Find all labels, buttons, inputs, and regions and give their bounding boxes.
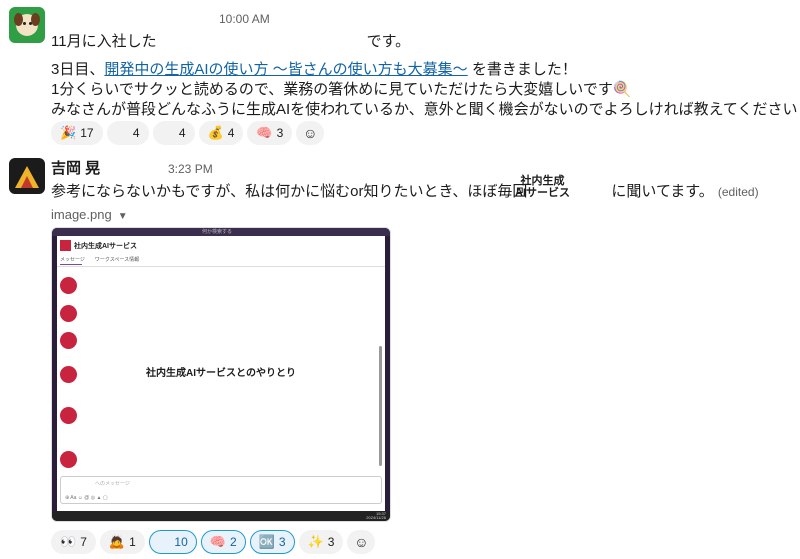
composer-tools: ⊕ Aa ☺ @ ◎ ▲ ▢ bbox=[65, 495, 108, 501]
add-reaction-icon: ☺ bbox=[303, 125, 318, 141]
tab-messages: メッセージ bbox=[60, 257, 85, 263]
avatar-eye-left bbox=[23, 22, 26, 25]
message-timestamp[interactable]: 10:00 AM bbox=[219, 12, 270, 26]
reaction-count: 3 bbox=[278, 535, 286, 549]
sparkles-emoji: ✨ bbox=[307, 534, 324, 549]
money-emoji: 💰 bbox=[207, 125, 224, 140]
reaction-pill[interactable]: 🧠 2 bbox=[200, 530, 246, 554]
reaction-count: 7 bbox=[80, 535, 87, 549]
ok-emoji: 🆗 bbox=[258, 534, 275, 549]
author-name[interactable]: 吉岡 晃 bbox=[51, 157, 100, 178]
file-name-text: image.png bbox=[51, 207, 112, 222]
file-name[interactable]: image.png ▼ bbox=[51, 207, 128, 222]
reaction-pill[interactable]: 💰 4 bbox=[198, 121, 244, 145]
message-text: 1分くらいでサクッと読めるので、業務の箸休めに見ていただけたら大変嬉しいです bbox=[51, 81, 613, 98]
reaction-count: 4 bbox=[178, 126, 186, 140]
taskbar-clock: 15:37 2024/11/26 bbox=[366, 512, 386, 520]
avatar-eye-right bbox=[29, 22, 32, 25]
brain-emoji: 🧠 bbox=[256, 125, 273, 140]
image-pane: 社内生成AIサービス メッセージ ワークスペース情報 社内生成AIサービスとのやり… bbox=[57, 236, 385, 511]
message-text: 3日目、 bbox=[51, 61, 105, 78]
message-text: です。 bbox=[366, 33, 411, 50]
image-tabs: メッセージ ワークスペース情報 bbox=[60, 256, 149, 263]
reaction-count: 17 bbox=[80, 126, 94, 140]
message-line: みなさんが普段どんなふうに生成AIを使われているか、意外と聞く機会がないのでよろ… bbox=[51, 98, 800, 119]
edited-label: (edited) bbox=[717, 185, 759, 199]
channel-name: 社内生成AIサービス bbox=[74, 243, 137, 250]
message-line: 11月に入社した です。 bbox=[51, 30, 410, 51]
lollipop-emoji: 🍭 bbox=[612, 81, 632, 98]
reaction-bar: 👀 7 🙇 1 10 🧠 2 🆗 3 ✨ 3 ☺ bbox=[51, 530, 376, 554]
reaction-pill[interactable]: 👀 7 bbox=[51, 530, 96, 554]
attached-image[interactable]: 何か検索する 社内生成AIサービス メッセージ ワークスペース情報 社内生成AIサ… bbox=[51, 227, 391, 522]
eyes-emoji: 👀 bbox=[60, 534, 77, 549]
redacted-avatar bbox=[60, 407, 77, 424]
tab-workspace: ワークスペース情報 bbox=[94, 257, 140, 263]
add-reaction-button[interactable]: ☺ bbox=[347, 530, 376, 554]
reaction-count: 2 bbox=[229, 535, 237, 549]
tab-underline bbox=[60, 264, 82, 265]
add-reaction-button[interactable]: ☺ bbox=[296, 121, 325, 145]
user-avatar[interactable] bbox=[9, 7, 45, 43]
reaction-pill[interactable]: 4 bbox=[106, 121, 149, 145]
badge-line: AIサービス bbox=[515, 187, 570, 199]
badge-line: 社内生成 bbox=[520, 175, 565, 187]
reaction-count: 10 bbox=[174, 535, 188, 549]
reaction-pill[interactable]: 4 bbox=[152, 121, 195, 145]
reaction-pill[interactable]: ✨ 3 bbox=[298, 530, 344, 554]
redacted-avatar bbox=[60, 277, 77, 294]
bow-emoji: 🙇 bbox=[108, 534, 126, 549]
image-center-text: 社内生成AIサービスとのやりとり bbox=[146, 368, 296, 379]
reaction-pill[interactable]: 🎉 17 bbox=[51, 121, 103, 145]
message-timestamp[interactable]: 3:23 PM bbox=[168, 162, 213, 176]
reaction-bar: 🎉 17 4 4 💰 4 🧠 3 ☺ bbox=[51, 121, 325, 145]
reaction-pill[interactable]: 🆗 3 bbox=[249, 530, 295, 554]
reaction-count: 1 bbox=[129, 535, 136, 549]
party-emoji: 🎉 bbox=[60, 125, 77, 140]
reaction-pill[interactable]: 🧠 3 bbox=[247, 121, 293, 145]
chevron-down-icon[interactable]: ▼ bbox=[118, 211, 128, 222]
add-reaction-icon: ☺ bbox=[354, 534, 369, 550]
message-text: に聞いてます。 bbox=[611, 183, 714, 200]
reaction-count: 4 bbox=[132, 126, 140, 140]
message-text: 参考にならないかもですが、私は何かに悩むor知りたいとき、ほぼ毎回 bbox=[51, 183, 528, 200]
reaction-pill[interactable]: 10 bbox=[148, 530, 197, 554]
redacted-avatar bbox=[60, 332, 77, 349]
reaction-count: 4 bbox=[227, 126, 235, 140]
redacted-avatar bbox=[60, 305, 77, 322]
reaction-count: 3 bbox=[276, 126, 284, 140]
image-search-text: 何か検索する bbox=[202, 229, 233, 235]
tent-avatar-inner bbox=[21, 176, 33, 188]
channel-icon bbox=[60, 240, 71, 251]
message-text: みなさんが普段どんなふうに生成AIを使われているか、意外と聞く機会がないのでよろ… bbox=[51, 101, 798, 118]
message-text: を書きました！ bbox=[471, 61, 577, 78]
clock-date: 2024/11/26 bbox=[366, 515, 386, 520]
reaction-count: 3 bbox=[327, 535, 335, 549]
reaction-pill[interactable]: 🙇 1 bbox=[99, 530, 145, 554]
divider bbox=[57, 266, 385, 267]
image-taskbar: 15:37 2024/11/26 bbox=[52, 511, 390, 521]
avatar-ear-right bbox=[31, 13, 40, 26]
scrollbar bbox=[379, 346, 382, 466]
brain-emoji: 🧠 bbox=[209, 534, 226, 549]
message-line: 参考にならないかもですが、私は何かに悩むor知りたいとき、ほぼ毎回 に聞いてます。… bbox=[51, 180, 759, 201]
message-line: 1分くらいでサクッと読めるので、業務の箸休めに見ていただけたら大変嬉しいです🍭 bbox=[51, 78, 632, 99]
custom-emoji-badge: 社内生成 AIサービス bbox=[515, 175, 570, 199]
message-text: 11月に入社した bbox=[51, 33, 157, 50]
avatar-ear-left bbox=[14, 13, 23, 26]
composer-placeholder: へのメッセージ bbox=[95, 481, 130, 487]
message-line: 3日目、開発中の生成AIの使い方 〜皆さんの使い方も大募集〜 を書きました！ bbox=[51, 58, 577, 79]
user-avatar[interactable] bbox=[9, 158, 45, 194]
article-link[interactable]: 開発中の生成AIの使い方 〜皆さんの使い方も大募集〜 bbox=[104, 61, 467, 78]
redacted-avatar bbox=[60, 451, 77, 468]
image-composer: へのメッセージ ⊕ Aa ☺ @ ◎ ▲ ▢ bbox=[60, 476, 382, 504]
